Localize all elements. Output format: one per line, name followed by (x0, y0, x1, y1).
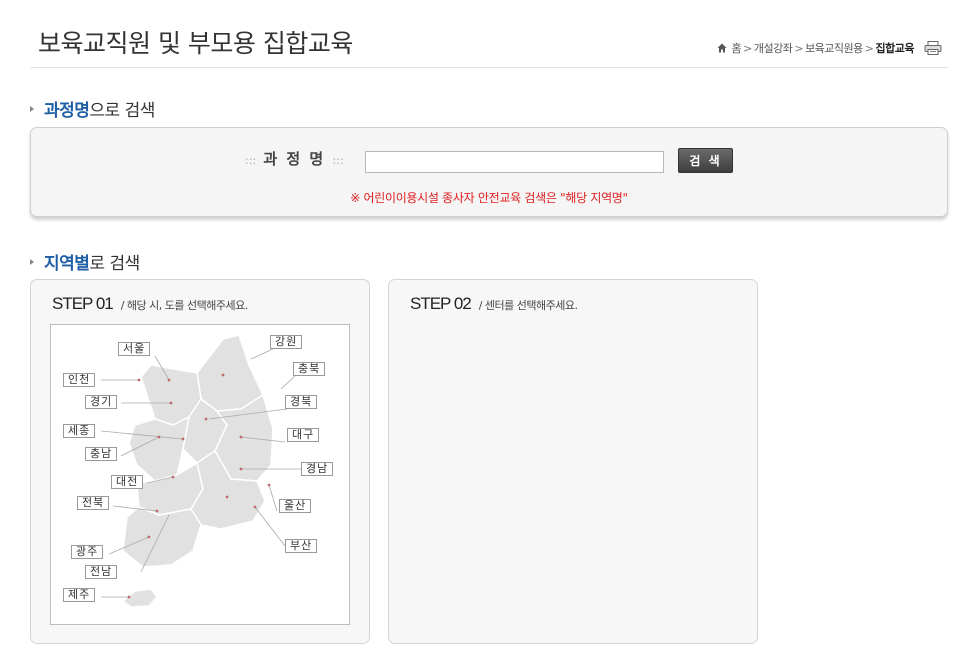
region-button-gyeongbuk[interactable]: 경북 (285, 395, 318, 409)
step2-header: STEP 02 / 센터를 선택해주세요. (410, 294, 578, 314)
region-button-seoul[interactable]: 서울 (118, 342, 151, 356)
region-button-jeju[interactable]: 제주 (63, 588, 96, 602)
home-icon[interactable] (717, 43, 727, 53)
breadcrumb: 홈 > 개설강좌 > 보육교직원용 > 집합교육 (717, 40, 942, 56)
region-button-jeonbuk[interactable]: 전북 (77, 496, 110, 510)
region-search-heading: 지역별 로 검색 (30, 249, 140, 274)
breadcrumb-home[interactable]: 홈 (732, 40, 742, 56)
course-search-heading: 과정명 으로 검색 (30, 96, 155, 121)
region-button-busan[interactable]: 부산 (285, 539, 318, 553)
region-button-chungbuk[interactable]: 충북 (293, 362, 326, 376)
label-dots-right: ::: (332, 154, 344, 167)
label-dots-left: ::: (245, 154, 257, 167)
breadcrumb-separator: > (794, 41, 804, 55)
breadcrumb-staff[interactable]: 보육교직원용 (805, 40, 863, 56)
region-button-gangwon[interactable]: 강원 (270, 335, 303, 349)
print-icon[interactable] (924, 41, 942, 55)
heading-text: 으로 검색 (89, 101, 155, 121)
bullet-icon (30, 105, 34, 112)
region-button-daegu[interactable]: 대구 (287, 428, 320, 442)
title-divider (30, 67, 948, 68)
breadcrumb-current: 집합교육 (875, 42, 915, 55)
region-button-daejeon[interactable]: 대전 (111, 475, 144, 489)
step2-description: / 센터를 선택해주세요. (478, 299, 578, 312)
course-name-label: ::: 과 정 명 ::: (245, 148, 344, 169)
heading-accent: 지역별 (44, 254, 90, 274)
label-text: 과 정 명 (263, 150, 326, 168)
breadcrumb-separator: > (743, 41, 752, 55)
course-name-input[interactable] (365, 151, 664, 173)
region-button-gyeonggi[interactable]: 경기 (85, 395, 118, 409)
region-button-sejong[interactable]: 세종 (63, 424, 96, 438)
region-button-ulsan[interactable]: 울산 (279, 499, 312, 513)
region-button-jeonnam[interactable]: 전남 (85, 565, 118, 579)
region-shape-jeonnam (122, 506, 202, 568)
search-button[interactable]: 검 색 (678, 148, 733, 173)
step2-panel: STEP 02 / 센터를 선택해주세요. (388, 279, 758, 644)
heading-accent: 과정명 (44, 101, 90, 121)
step1-title: STEP 01 (52, 294, 114, 313)
region-button-gwangju[interactable]: 광주 (71, 545, 104, 559)
region-shape-chungnam (128, 416, 190, 482)
step1-description: / 해당 시, 도를 선택해주세요. (120, 299, 249, 312)
breadcrumb-courses[interactable]: 개설강좌 (754, 40, 793, 56)
korea-map: 서울 강원 인천 충북 경기 경북 세종 대구 충남 경남 대전 울산 전북 부… (50, 324, 350, 625)
page-title: 보육교직원 및 부모용 집합교육 (38, 29, 353, 58)
search-notice: ※ 어린이이용시설 종사자 안전교육 검색은 "해당 지역명" (350, 191, 628, 205)
bullet-icon (30, 258, 34, 265)
region-shape-gangwon (196, 334, 264, 412)
step1-panel: STEP 01 / 해당 시, 도를 선택해주세요. 서울 강원 인천 충북 경… (30, 279, 370, 644)
heading-text: 로 검색 (89, 254, 140, 274)
region-button-incheon[interactable]: 인천 (63, 373, 96, 387)
step1-header: STEP 01 / 해당 시, 도를 선택해주세요. (52, 294, 248, 314)
region-button-gyeongnam[interactable]: 경남 (301, 462, 334, 476)
breadcrumb-separator: > (864, 41, 874, 55)
course-search-box: ::: 과 정 명 ::: 검 색 ※ 어린이이용시설 종사자 안전교육 검색은… (30, 127, 948, 217)
region-button-chungnam[interactable]: 충남 (85, 447, 118, 461)
step2-title: STEP 02 (410, 294, 472, 313)
